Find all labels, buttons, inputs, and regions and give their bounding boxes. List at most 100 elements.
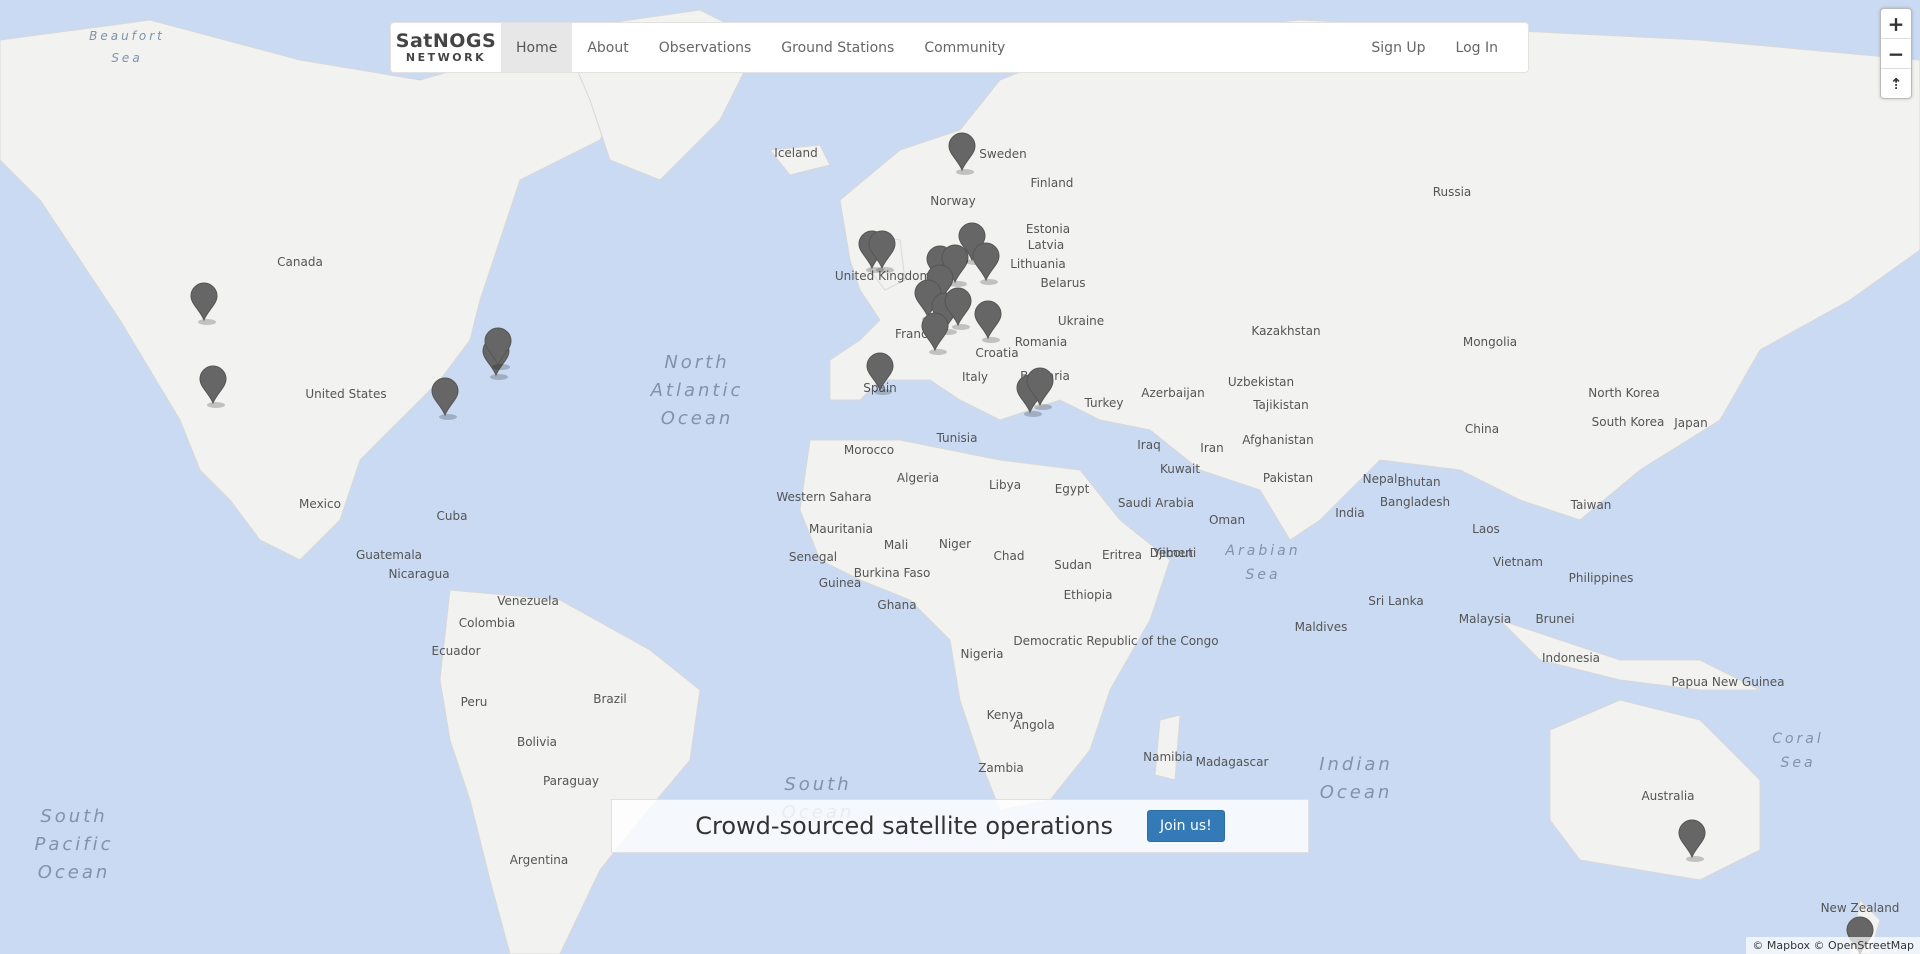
sign-up-link[interactable]: Sign Up (1356, 23, 1440, 72)
nav-about[interactable]: About (572, 23, 643, 72)
marker-shadow (198, 319, 216, 325)
country-label: Vietnam (1493, 555, 1543, 569)
country-label: Belarus (1040, 276, 1085, 290)
country-label: Laos (1472, 522, 1500, 536)
country-label: Saudi Arabia (1118, 496, 1194, 510)
country-label: Tunisia (936, 431, 978, 445)
marker-shadow (980, 279, 998, 285)
country-label: Djibouti (1150, 546, 1197, 560)
marker-shadow (929, 349, 947, 355)
country-label: Turkey (1083, 396, 1123, 410)
country-label: Brazil (593, 692, 627, 706)
ocean-label: North (664, 352, 729, 373)
country-label: New Zealand (1821, 901, 1900, 915)
country-label: Croatia (975, 346, 1018, 360)
country-label: Latvia (1028, 238, 1065, 252)
marker-shadow (952, 324, 970, 330)
country-label: Bangladesh (1380, 495, 1450, 509)
country-label: Paraguay (543, 774, 599, 788)
country-label: Australia (1641, 789, 1694, 803)
marker-shadow (439, 414, 457, 420)
country-label: Burkina Faso (854, 566, 931, 580)
tagline: Crowd-sourced satellite operations (695, 812, 1114, 840)
country-label: Kuwait (1160, 462, 1200, 476)
country-label: Finland (1031, 176, 1074, 190)
country-label: Namibia (1143, 750, 1193, 764)
country-label: Papua New Guinea (1671, 675, 1784, 689)
country-label: Brunei (1535, 612, 1574, 626)
log-in-link[interactable]: Log In (1441, 23, 1528, 72)
country-label: Malaysia (1459, 612, 1511, 626)
country-label: Senegal (789, 550, 837, 564)
nav-home[interactable]: Home (501, 23, 573, 72)
zoom-in-button[interactable]: + (1881, 9, 1911, 39)
marker-shadow (490, 374, 508, 380)
ocean-label: Coral (1772, 731, 1824, 747)
country-label: Mexico (299, 497, 341, 511)
marker-shadow (1034, 404, 1052, 410)
nav-community[interactable]: Community (909, 23, 1020, 72)
country-label: Lithuania (1010, 257, 1066, 271)
brand-bottom: NETWORK (405, 51, 487, 64)
country-label: India (1335, 506, 1364, 520)
ocean-label: Arabian (1224, 543, 1300, 559)
marker-shadow (876, 267, 894, 273)
nav-ground-stations[interactable]: Ground Stations (766, 23, 909, 72)
nav-observations[interactable]: Observations (644, 23, 767, 72)
ocean-label: Ocean (1320, 782, 1393, 803)
country-label: Iceland (774, 146, 817, 160)
satnogs-logo[interactable]: SatNOGS NETWORK (391, 23, 501, 72)
marker-shadow (982, 337, 1000, 343)
country-label: Romania (1015, 335, 1067, 349)
country-label: Argentina (510, 853, 569, 867)
country-label: Kazakhstan (1251, 324, 1320, 338)
marker-shadow (207, 402, 225, 408)
country-label: Nicaragua (388, 567, 449, 581)
reset-north-button[interactable]: ⇡ (1881, 69, 1911, 98)
ocean-label: Beaufort (89, 29, 165, 43)
zoom-out-button[interactable]: − (1881, 39, 1911, 69)
country-label: Guatemala (356, 548, 422, 562)
country-label: Tajikistan (1252, 398, 1309, 412)
country-label: Ethiopia (1064, 588, 1113, 602)
country-label: Ghana (877, 598, 916, 612)
ocean-label: South (784, 774, 851, 795)
country-label: Bolivia (517, 735, 557, 749)
country-label: Estonia (1026, 222, 1070, 236)
ocean-label: Ocean (661, 408, 734, 429)
country-label: Peru (461, 695, 488, 709)
country-label: Cuba (437, 509, 468, 523)
marker-shadow (1024, 411, 1042, 417)
country-label: Sweden (979, 147, 1026, 161)
country-label: Libya (989, 478, 1021, 492)
country-label: Taiwan (1570, 498, 1612, 512)
country-label: Ecuador (431, 644, 480, 658)
country-label: China (1465, 422, 1499, 436)
country-label: Oman (1209, 513, 1245, 527)
ocean-label: Ocean (38, 862, 111, 883)
join-us-button[interactable]: Join us! (1147, 810, 1225, 842)
country-label: Algeria (897, 471, 939, 485)
country-label: Egypt (1055, 482, 1090, 496)
map-attribution[interactable]: © Mapbox © OpenStreetMap (1746, 937, 1920, 954)
top-navbar: SatNOGS NETWORK Home About Observations … (390, 22, 1529, 73)
marker-shadow (1686, 856, 1704, 862)
country-label: Canada (277, 255, 323, 269)
ocean-label: Sea (1780, 755, 1815, 771)
country-label: Indonesia (1542, 651, 1600, 665)
country-label: Colombia (459, 616, 515, 630)
country-label: Azerbaijan (1141, 386, 1204, 400)
ocean-label: Sea (111, 51, 142, 65)
country-label: Afghanistan (1242, 433, 1313, 447)
ocean-label: Indian (1319, 754, 1393, 775)
country-label: North Korea (1588, 386, 1659, 400)
country-label: Morocco (844, 443, 894, 457)
map-zoom-controls: + − ⇡ (1880, 8, 1912, 99)
country-label: Zambia (978, 761, 1024, 775)
country-label: Angola (1013, 718, 1054, 732)
ocean-label: South (40, 806, 107, 827)
country-label: Uzbekistan (1228, 375, 1294, 389)
country-label: Pakistan (1263, 471, 1313, 485)
country-label: Nepal (1363, 472, 1398, 486)
